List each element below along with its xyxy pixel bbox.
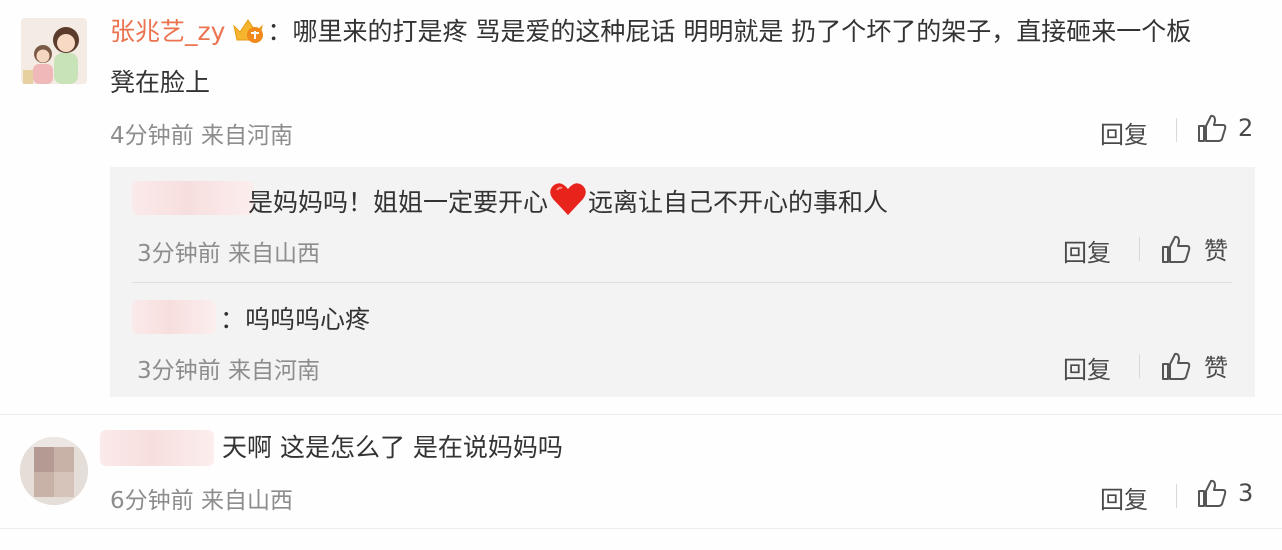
- timestamp: 6分钟前: [110, 488, 194, 514]
- thumbs-up-icon: [1162, 235, 1191, 263]
- comment-text-continued: 凳在脸上: [110, 68, 211, 97]
- blurred-username[interactable]: [132, 181, 254, 215]
- location: 来自山西: [227, 241, 320, 267]
- red-heart-icon: [548, 181, 588, 227]
- divider: [1176, 484, 1177, 508]
- reply-text: ：呜呜呜心疼: [220, 305, 371, 334]
- like-button[interactable]: 2: [1196, 113, 1253, 143]
- reply-list: 是妈妈吗！姐姐一定要开心 远离让自己不开心的事和人 3分钟前 来自山西 回复 赞 …: [110, 167, 1255, 397]
- avatar[interactable]: [21, 18, 87, 84]
- divider: [1139, 237, 1140, 261]
- comment-divider: [0, 414, 1282, 415]
- blurred-username[interactable]: [132, 300, 216, 334]
- location: 来自河南: [200, 123, 293, 149]
- comment-list: 张兆艺_zy ：哪里来的打是疼 骂是爱的这种屁话 明明就是 扔了个坏了的架子，直接…: [0, 0, 1282, 550]
- reply-meta: 3分钟前 来自河南: [137, 351, 320, 385]
- reply-meta: 3分钟前 来自山西: [137, 234, 320, 268]
- reply-button[interactable]: 回复: [1063, 350, 1111, 385]
- comment-text: 天啊 这是怎么了 是在说妈妈吗: [222, 433, 563, 462]
- thumbs-up-icon: [1198, 479, 1227, 507]
- reply-button[interactable]: 回复: [1100, 480, 1148, 515]
- divider: [1176, 118, 1177, 142]
- blurred-username[interactable]: [100, 430, 214, 466]
- crown-badge-icon: [233, 19, 264, 43]
- like-count: 3: [1238, 479, 1254, 507]
- vip-badge: [231, 13, 265, 59]
- comment-meta: 6分钟前 来自山西: [110, 481, 293, 515]
- reply-text: 是妈妈吗！姐姐一定要开心 远离让自己不开心的事和人: [248, 181, 888, 227]
- like-button[interactable]: 3: [1196, 478, 1253, 508]
- like-label: 赞: [1204, 237, 1228, 265]
- thumbs-up-icon: [1198, 114, 1227, 142]
- author-name[interactable]: 张兆艺_zy: [110, 17, 225, 46]
- comment-text: 哪里来的打是疼 骂是爱的这种屁话 明明就是 扔了个坏了的架子，直接砸来一个板: [292, 17, 1192, 46]
- divider: [1139, 354, 1140, 378]
- reply-button[interactable]: 回复: [1063, 233, 1111, 268]
- location: 来自山西: [200, 488, 293, 514]
- timestamp: 4分钟前: [110, 123, 194, 149]
- avatar[interactable]: [20, 437, 88, 505]
- like-button[interactable]: 赞: [1160, 348, 1228, 383]
- timestamp: 3分钟前: [137, 358, 221, 384]
- timestamp: 3分钟前: [137, 241, 221, 267]
- location: 来自河南: [227, 358, 320, 384]
- comment-meta: 4分钟前 来自河南: [110, 116, 293, 150]
- like-count: 2: [1238, 114, 1254, 142]
- reply-button[interactable]: 回复: [1100, 115, 1148, 150]
- comment-body: 张兆艺_zy ：哪里来的打是疼 骂是爱的这种屁话 明明就是 扔了个坏了的架子，直接…: [110, 9, 1191, 59]
- like-label: 赞: [1204, 354, 1228, 382]
- comment-divider: [0, 528, 1282, 529]
- thumbs-up-icon: [1162, 352, 1191, 380]
- like-button[interactable]: 赞: [1160, 231, 1228, 266]
- reply-divider: [132, 282, 1232, 283]
